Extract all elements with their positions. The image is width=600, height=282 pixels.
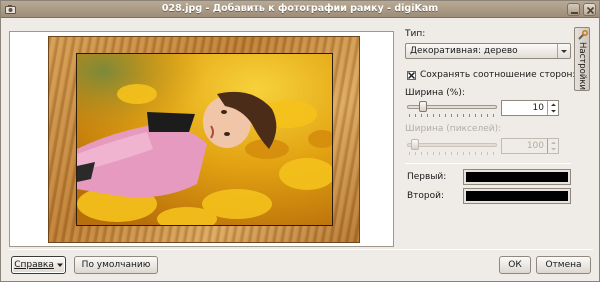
width-percent-ticks bbox=[409, 114, 497, 117]
cancel-button[interactable]: Отмена bbox=[536, 256, 591, 274]
help-button-label: Справка bbox=[14, 260, 54, 270]
dialog-window: 028.jpg - Добавить к фотографии рамку - … bbox=[0, 0, 600, 282]
ok-button[interactable]: ОК bbox=[499, 256, 531, 274]
tab-settings-label: Настройки bbox=[577, 42, 587, 91]
keep-ratio-checkbox[interactable] bbox=[407, 71, 416, 80]
wood-frame-preview bbox=[48, 36, 360, 243]
photo-image bbox=[77, 54, 332, 225]
first-color-label: Первый: bbox=[407, 172, 447, 182]
first-color-swatch bbox=[466, 172, 568, 182]
first-color-button[interactable] bbox=[463, 169, 571, 185]
chevron-down-icon bbox=[557, 44, 570, 58]
title-bar[interactable]: 028.jpg - Добавить к фотографии рамку - … bbox=[1, 1, 599, 18]
ok-button-label: ОК bbox=[508, 260, 522, 270]
settings-panel: Тип: Декоративная: дерево Сохранять соот… bbox=[401, 27, 575, 247]
cancel-button-label: Отмена bbox=[545, 260, 582, 270]
minimize-icon bbox=[571, 12, 578, 14]
defaults-button-label: По умолчанию bbox=[81, 260, 151, 270]
width-pixels-slider[interactable] bbox=[407, 143, 497, 147]
keep-ratio-label: Сохранять соотношение сторон: bbox=[420, 70, 576, 80]
width-percent-value: 10 bbox=[532, 103, 544, 113]
settings-divider bbox=[405, 163, 571, 164]
second-color-label: Второй: bbox=[407, 191, 445, 201]
second-color-button[interactable] bbox=[463, 188, 571, 204]
close-button[interactable] bbox=[583, 3, 596, 16]
width-pixels-spinbox[interactable]: 100 bbox=[501, 138, 559, 154]
width-percent-slider-handle[interactable] bbox=[419, 101, 427, 112]
wrench-icon bbox=[578, 30, 588, 40]
width-pixels-slider-handle[interactable] bbox=[411, 139, 419, 150]
width-percent-spinbox[interactable]: 10 bbox=[501, 100, 559, 116]
window-title: 028.jpg - Добавить к фотографии рамку - … bbox=[161, 3, 439, 14]
minimize-button[interactable] bbox=[567, 3, 580, 16]
type-select[interactable]: Декоративная: дерево bbox=[405, 43, 571, 59]
type-label: Тип: bbox=[405, 29, 426, 39]
type-select-value: Декоративная: дерево bbox=[410, 46, 518, 56]
second-color-swatch bbox=[466, 191, 568, 201]
width-pixels-label: Ширина (пикселей): bbox=[405, 124, 502, 134]
tab-settings[interactable]: Настройки bbox=[574, 27, 590, 91]
spin-arrows-icon[interactable] bbox=[547, 101, 558, 115]
width-pixels-value: 100 bbox=[526, 141, 544, 151]
width-pixels-ticks bbox=[409, 152, 497, 155]
defaults-button[interactable]: По умолчанию bbox=[74, 256, 158, 274]
dropdown-arrow-icon bbox=[56, 263, 63, 267]
spin-arrows-icon[interactable] bbox=[547, 139, 558, 153]
photo-preview bbox=[76, 53, 333, 226]
preview-pane[interactable] bbox=[9, 31, 394, 247]
width-percent-label: Ширина (%): bbox=[405, 88, 465, 98]
button-bar-divider bbox=[9, 249, 593, 250]
close-icon bbox=[586, 6, 595, 15]
checkmark-icon bbox=[407, 71, 416, 80]
help-button[interactable]: Справка bbox=[11, 256, 66, 274]
